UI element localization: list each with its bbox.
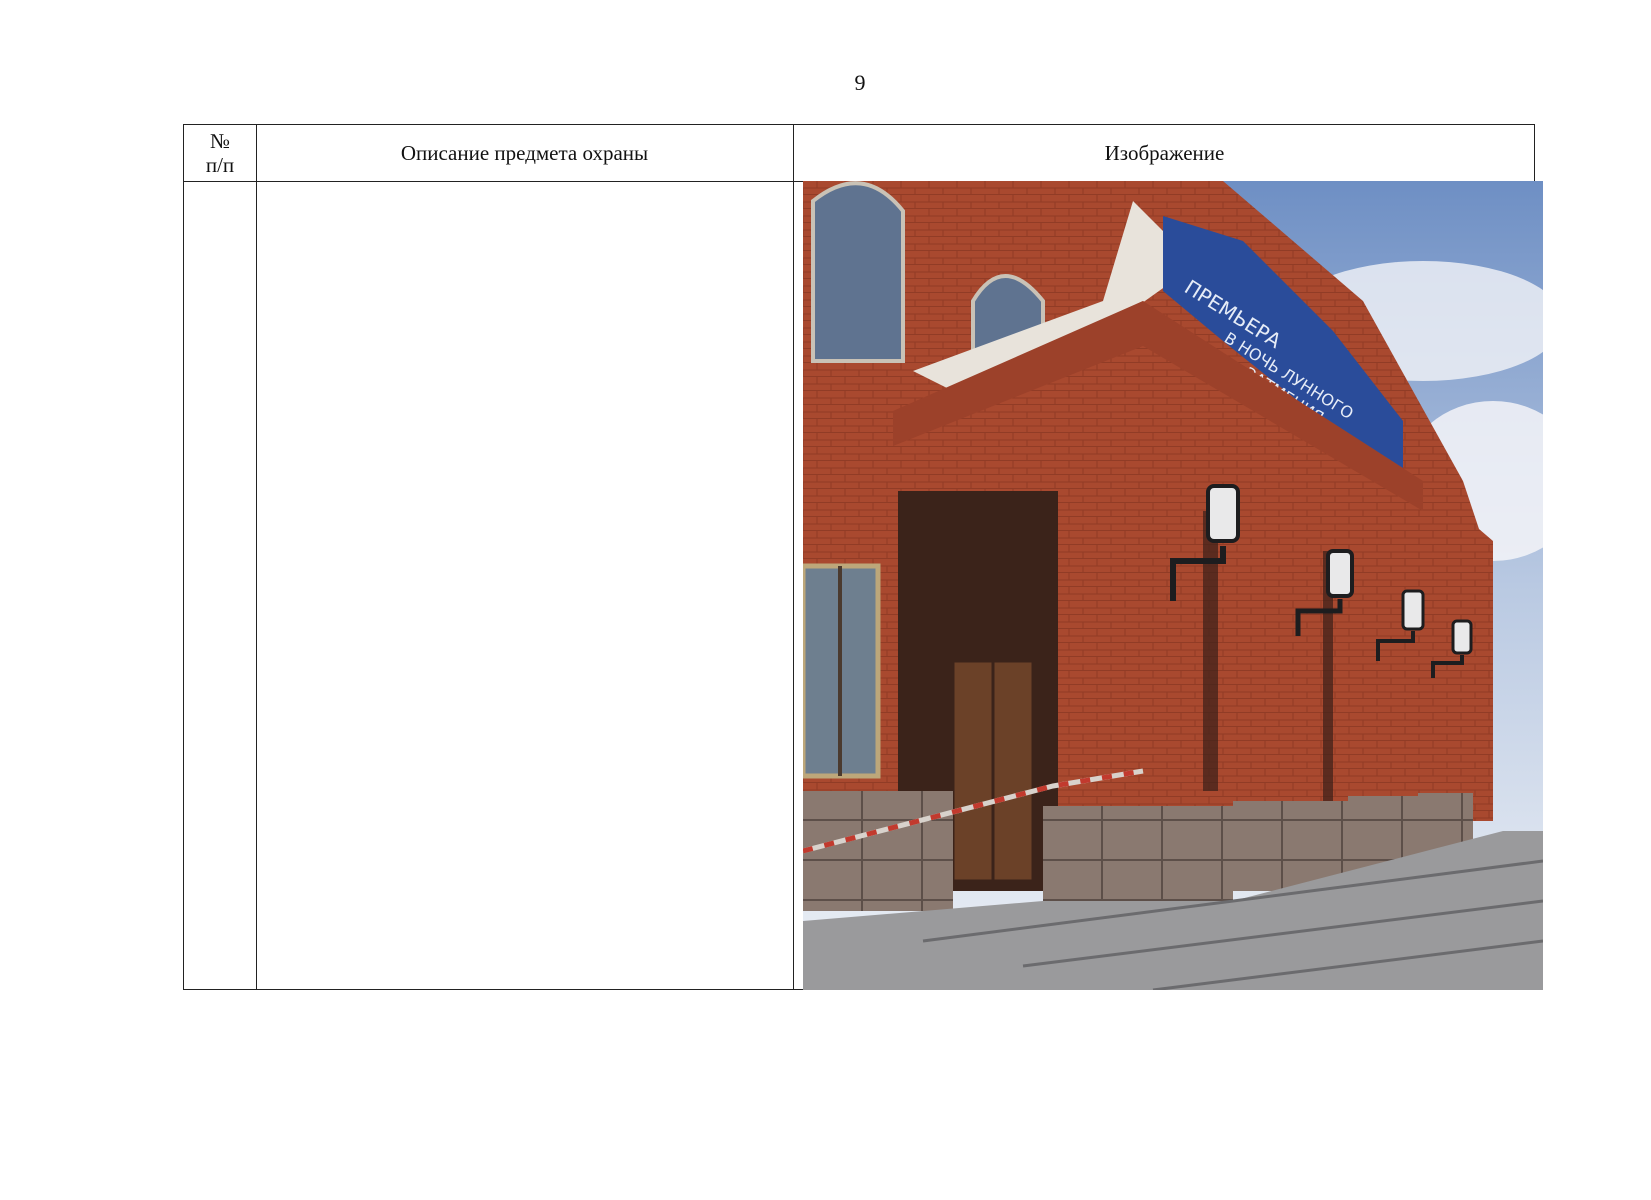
- building-facade-illustration: ПРЕМЬЕРА В НОЧЬ ЛУННОГО ЗАТМЕНИЯ: [803, 181, 1543, 990]
- building-photo: ПРЕМЬЕРА В НОЧЬ ЛУННОГО ЗАТМЕНИЯ: [803, 181, 1543, 990]
- number-sub: п/п: [205, 153, 235, 177]
- number-symbol: №: [209, 129, 231, 153]
- column-divider: [256, 125, 257, 989]
- column-divider: [793, 125, 794, 989]
- header-number: № п/п: [184, 125, 256, 181]
- page-number: 9: [854, 70, 866, 95]
- header-description: Описание предмета охраны: [400, 141, 649, 165]
- header-image: Изображение: [1104, 141, 1225, 165]
